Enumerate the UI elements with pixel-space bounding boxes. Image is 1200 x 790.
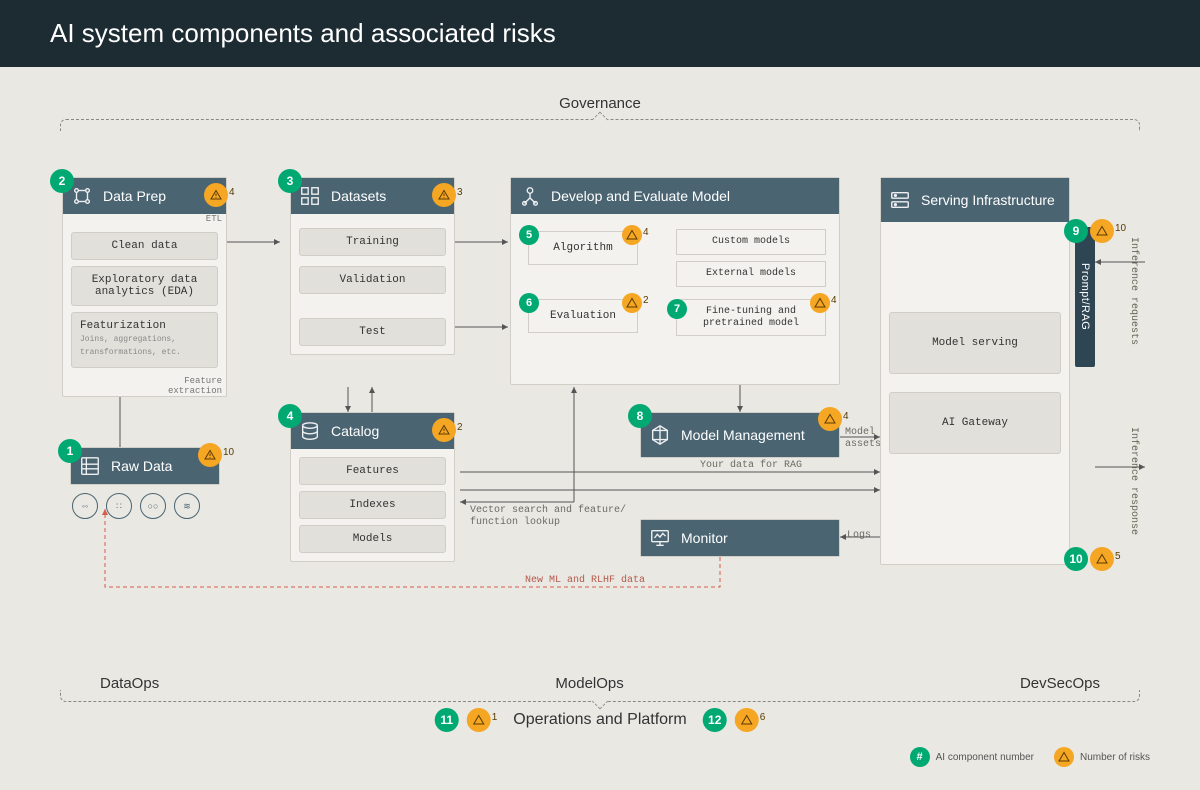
source-icon-3: ○○ [140, 493, 166, 519]
pill-training: Training [299, 228, 446, 256]
badge-risk-raw-data: 10 [198, 443, 234, 467]
label-logs: Logs [847, 530, 871, 542]
card-model-mgmt-head: Model Management [641, 413, 839, 457]
datasets-icon [299, 185, 321, 207]
mini-algorithm-title: Algorithm [529, 232, 637, 264]
etl-label: ETL [63, 214, 226, 224]
badge-risk-evaluation: 2 [622, 293, 649, 314]
legend-component: # AI component number [910, 747, 1034, 767]
mini-evaluation-title: Evaluation [529, 300, 637, 332]
badge-risk-11: 1 [467, 708, 498, 732]
feature-extraction-label: Feature extraction [63, 376, 226, 396]
card-data-prep-head: Data Prep [63, 178, 226, 214]
card-monitor-title: Monitor [681, 530, 728, 546]
pill-ai-gateway: AI Gateway [889, 392, 1061, 454]
source-icon-2: ∷ [106, 493, 132, 519]
badge-component-12: 12 [703, 708, 727, 732]
pill-eda: Exploratory data analytics (EDA) [71, 266, 218, 306]
pill-models: Models [299, 525, 446, 553]
label-your-data-rag: Your data for RAG [700, 460, 802, 472]
page-header: AI system components and associated risk… [0, 0, 1200, 67]
badge-risk-prompt-rag: 10 [1090, 219, 1126, 243]
pill-validation: Validation [299, 266, 446, 294]
page-title: AI system components and associated risk… [50, 18, 556, 48]
label-ops-platform: Operations and Platform [513, 711, 686, 729]
badge-risk-model-mgmt: 4 [818, 407, 849, 431]
label-inference-requests: Inference requests [1128, 237, 1139, 345]
model-mgmt-icon [649, 424, 671, 446]
card-raw-data-title: Raw Data [111, 458, 172, 474]
card-model-mgmt-title: Model Management [681, 427, 805, 443]
card-catalog-title: Catalog [331, 423, 379, 439]
serving-icon [889, 189, 911, 211]
badge-component-11: 11 [435, 708, 459, 732]
pill-featurization: Featurization Joins, aggregations, trans… [71, 312, 218, 368]
card-data-prep: Data Prep ETL Clean data Exploratory dat… [62, 177, 227, 397]
badge-component-3: 3 [278, 169, 302, 193]
mini-custom-models: Custom models [676, 229, 826, 255]
data-prep-icon [71, 185, 93, 207]
governance-label: Governance [559, 95, 641, 112]
card-serving-title: Serving Infrastructure [921, 192, 1055, 208]
card-serving-head: Serving Infrastructure [881, 178, 1069, 222]
label-new-ml-rlhf: New ML and RLHF data [525, 575, 645, 587]
pill-test: Test [299, 318, 446, 346]
badge-component-6: 6 [519, 293, 539, 313]
badge-component-2: 2 [50, 169, 74, 193]
label-inference-response: Inference response [1128, 427, 1139, 535]
ops-bracket [60, 690, 1140, 702]
ops-platform-row: 11 1 Operations and Platform 12 6 [435, 708, 766, 732]
prompt-rag-bar: Prompt/RAG [1075, 227, 1095, 367]
diagram-canvas: Governance [0, 67, 1200, 787]
badge-component-1: 1 [58, 439, 82, 463]
label-model-assets: Model assets [845, 427, 881, 451]
card-monitor: Monitor [640, 519, 840, 557]
badge-risk-finetune: 4 [810, 293, 837, 314]
card-catalog-head: Catalog [291, 413, 454, 449]
badge-risk-responses: 5 [1090, 547, 1121, 571]
badge-component-5: 5 [519, 225, 539, 245]
badge-risk-algorithm: 4 [622, 225, 649, 246]
raw-data-icon [79, 455, 101, 477]
card-datasets-head: Datasets [291, 178, 454, 214]
source-icon-4: ≋ [174, 493, 200, 519]
card-serving: Serving Infrastructure Model serving AI … [880, 177, 1070, 565]
badge-component-4: 4 [278, 404, 302, 428]
pill-clean-data: Clean data [71, 232, 218, 260]
card-develop-head: Develop and Evaluate Model [511, 178, 839, 214]
governance-bracket [60, 119, 1140, 131]
pill-features: Features [299, 457, 446, 485]
label-vector-lookup: Vector search and feature/ function look… [470, 505, 626, 529]
card-monitor-head: Monitor [641, 520, 839, 556]
legend: # AI component number Number of risks [910, 747, 1150, 767]
legend-risks: Number of risks [1054, 747, 1150, 767]
mini-external-models: External models [676, 261, 826, 287]
monitor-icon [649, 527, 671, 549]
source-icon-1: ◦◦ [72, 493, 98, 519]
pill-model-serving: Model serving [889, 312, 1061, 374]
badge-component-10: 10 [1064, 547, 1088, 571]
card-datasets: Datasets Training Validation Test [290, 177, 455, 355]
badge-risk-catalog: 2 [432, 418, 463, 442]
card-raw-data-head: Raw Data [71, 448, 219, 484]
mini-finetune: Fine-tuning and pretrained model [676, 299, 826, 336]
card-catalog: Catalog Features Indexes Models [290, 412, 455, 562]
badge-component-9: 9 [1064, 219, 1088, 243]
badge-component-7: 7 [667, 299, 687, 319]
develop-icon [519, 185, 541, 207]
catalog-icon [299, 420, 321, 442]
card-develop-title: Develop and Evaluate Model [551, 188, 730, 204]
card-datasets-title: Datasets [331, 188, 386, 204]
card-data-prep-title: Data Prep [103, 188, 166, 204]
badge-risk-datasets: 3 [432, 183, 463, 207]
raw-data-source-icons: ◦◦ ∷ ○○ ≋ [72, 493, 200, 519]
badge-risk-12: 6 [735, 708, 766, 732]
pill-indexes: Indexes [299, 491, 446, 519]
badge-risk-data-prep: 4 [204, 183, 235, 207]
badge-component-8: 8 [628, 404, 652, 428]
card-model-mgmt: Model Management [640, 412, 840, 458]
